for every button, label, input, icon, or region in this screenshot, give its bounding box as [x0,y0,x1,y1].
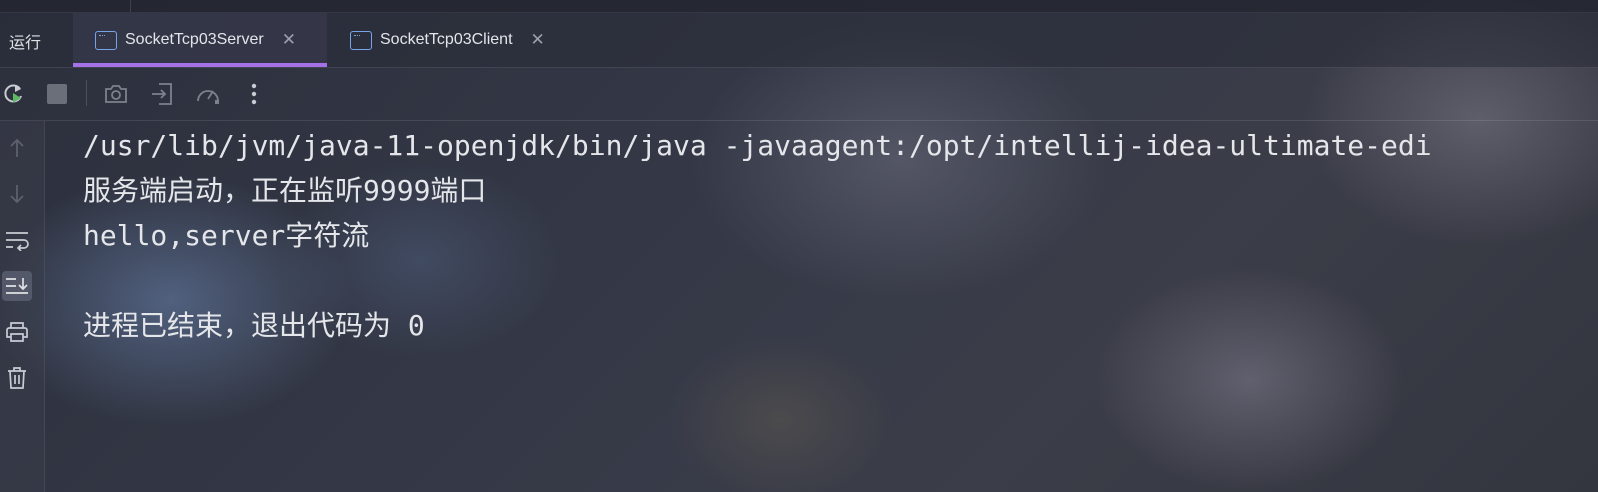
stop-icon[interactable] [43,80,71,108]
dashboard-icon[interactable] [194,80,222,108]
run-toolbar [0,68,1598,121]
scroll-to-end-icon[interactable] [2,271,32,301]
trash-icon[interactable] [2,363,32,393]
close-icon[interactable]: ✕ [531,31,545,49]
arrow-up-icon[interactable] [2,133,32,163]
camera-icon[interactable] [102,80,130,108]
arrow-down-icon[interactable] [2,179,32,209]
tab-socket-client[interactable]: SocketTcp03Client ✕ [328,13,568,67]
more-icon[interactable] [240,80,268,108]
console-line-server-start: 服务端启动，正在监听9999端口 [83,174,487,207]
rerun-icon[interactable] [0,80,28,108]
close-icon[interactable]: ✕ [282,31,296,49]
toolbar-separator [86,80,87,106]
soft-wrap-icon[interactable] [2,225,32,255]
run-tool-window: 运行 SocketTcp03Server ✕ SocketTcp03Client… [0,0,1598,492]
login-icon[interactable] [148,80,176,108]
console-line-message: hello,server字符流 [83,219,370,252]
editor-bottom-strip [0,0,1598,13]
console-side-toolbar [0,121,45,492]
console-line-exit-code: 进程已结束，退出代码为 0 [83,309,425,342]
tab-socket-server[interactable]: SocketTcp03Server ✕ [73,13,327,67]
console-output[interactable]: /usr/lib/jvm/java-11-openjdk/bin/java -j… [83,124,1598,492]
tab-label: SocketTcp03Server [125,31,264,48]
run-tab-bar: 运行 SocketTcp03Server ✕ SocketTcp03Client… [0,13,1598,68]
console-tab-icon [95,30,117,50]
strip-divider [130,0,131,12]
tab-label: SocketTcp03Client [380,31,513,48]
tool-window-title: 运行 [9,33,42,52]
console-tab-icon [350,30,372,50]
console-line-command: /usr/lib/jvm/java-11-openjdk/bin/java -j… [83,129,1432,162]
print-icon[interactable] [2,317,32,347]
